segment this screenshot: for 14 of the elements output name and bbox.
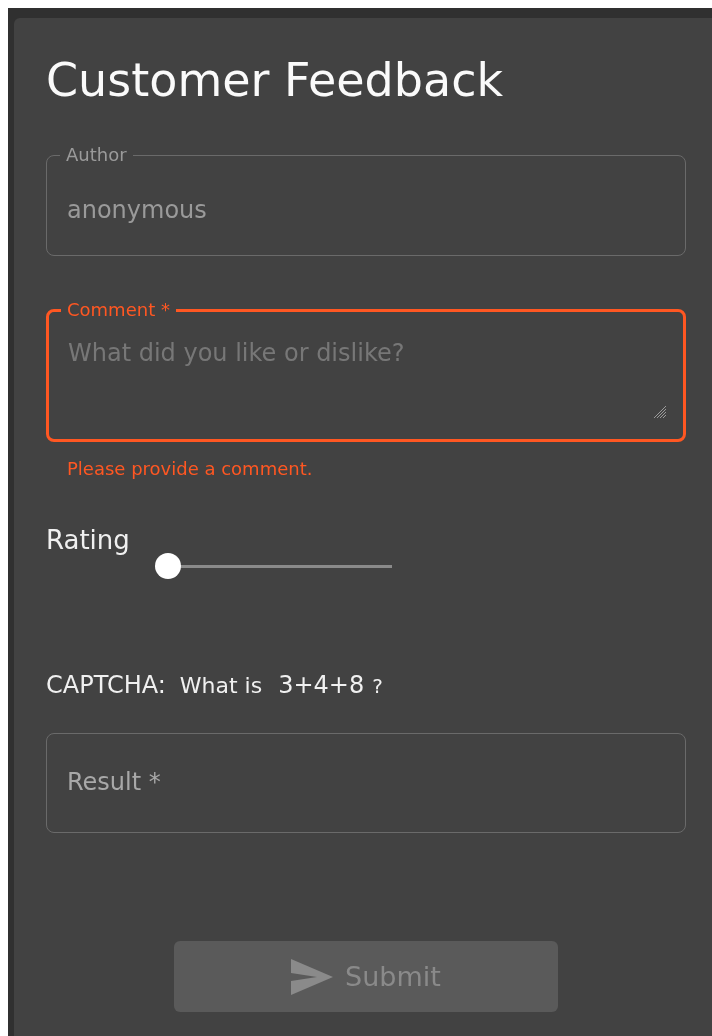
result-field[interactable]: Result * xyxy=(46,733,686,833)
captcha-expression: 3+4+8 xyxy=(278,671,365,699)
field-label: Comment * xyxy=(66,301,171,319)
captcha-question: What is xyxy=(179,673,263,698)
error-message: Please provide a comment. xyxy=(67,458,314,479)
result-input[interactable]: Result * xyxy=(67,768,665,796)
form-title: Customer Feedback xyxy=(46,52,505,108)
rating-label: Rating xyxy=(46,525,130,555)
question-mark: ? xyxy=(372,674,383,698)
slider-thumb[interactable] xyxy=(154,553,181,579)
send-icon xyxy=(291,958,334,995)
captcha-label: CAPTCHA: xyxy=(46,671,166,699)
field-label: Author xyxy=(65,146,128,164)
resize-handle-icon[interactable] xyxy=(653,405,667,419)
